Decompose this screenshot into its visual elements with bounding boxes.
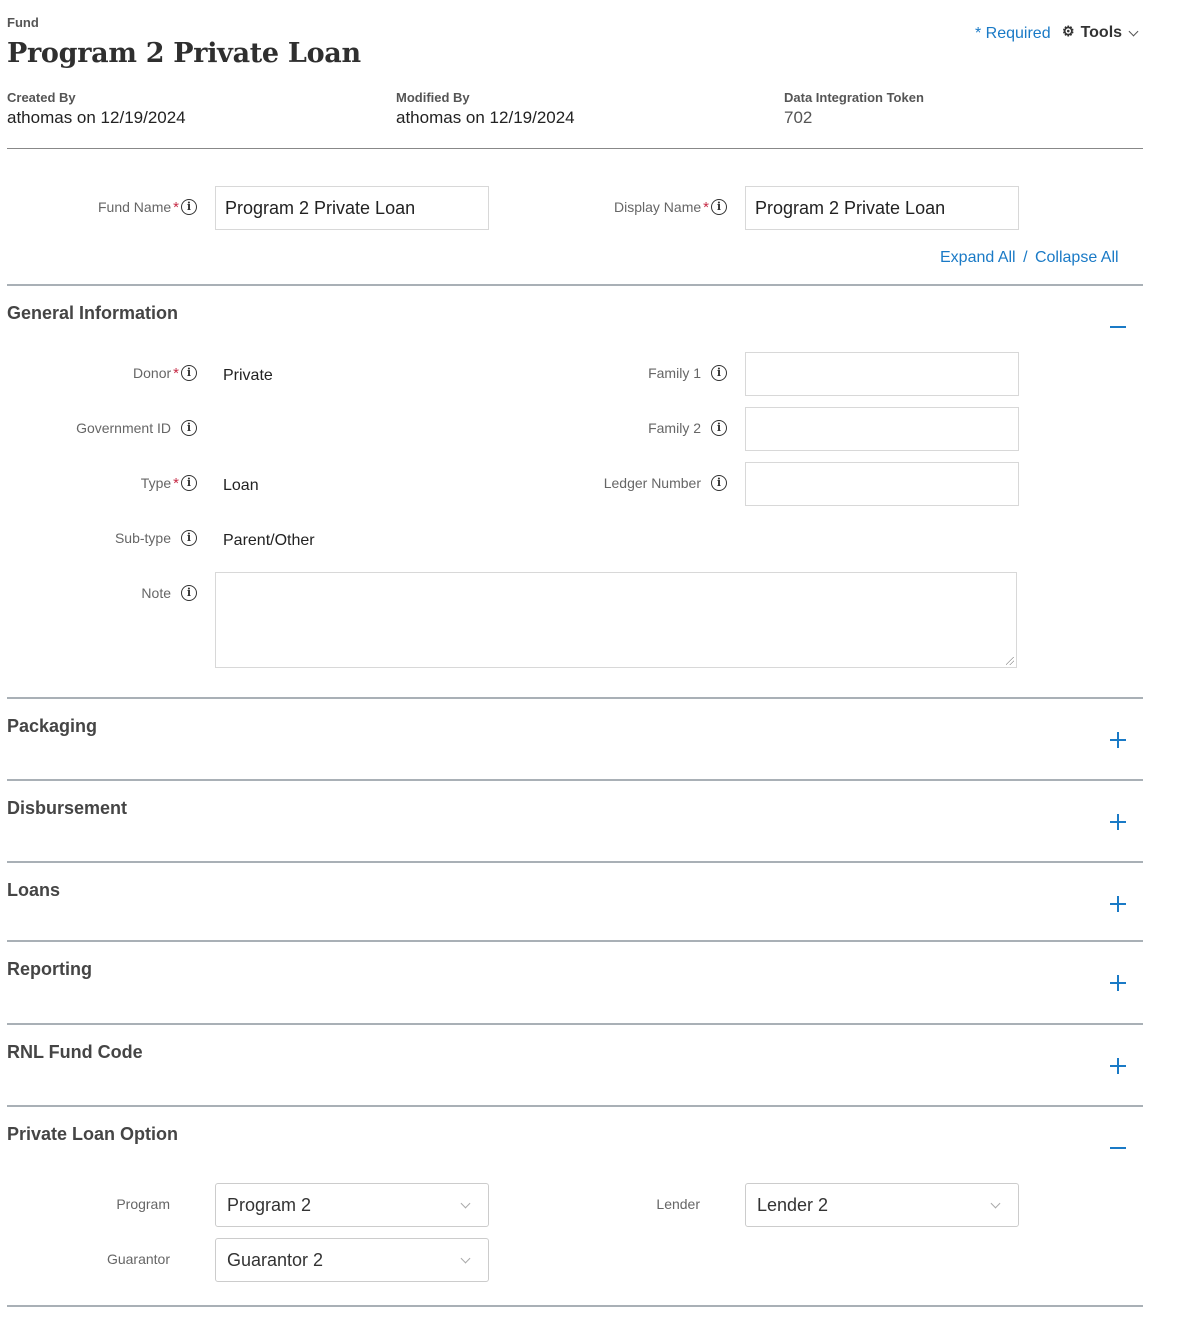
info-icon[interactable]: i bbox=[711, 199, 727, 216]
ledger-number-input[interactable] bbox=[745, 462, 1019, 506]
modified-by: Modified By athomas on 12/19/2024 bbox=[396, 90, 575, 128]
divider bbox=[7, 148, 1143, 149]
required-legend: * Required bbox=[975, 25, 1051, 42]
modified-by-value: athomas on 12/19/2024 bbox=[396, 108, 575, 127]
page-title: Program 2 Private Loan bbox=[7, 38, 361, 69]
expand-reporting-button[interactable] bbox=[1108, 973, 1128, 993]
gear-icon: ⚙ bbox=[1062, 22, 1075, 39]
info-icon[interactable]: i bbox=[181, 585, 197, 602]
page-kicker: Fund bbox=[7, 15, 39, 30]
info-icon[interactable]: i bbox=[181, 530, 197, 547]
section-divider bbox=[7, 1105, 1143, 1107]
sub-type-label: Sub-type i bbox=[115, 530, 197, 547]
section-title-packaging[interactable]: Packaging bbox=[7, 716, 97, 737]
modified-by-label: Modified By bbox=[396, 90, 470, 105]
expand-loans-button[interactable] bbox=[1108, 894, 1128, 914]
government-id-label: Government ID i bbox=[76, 420, 197, 437]
section-divider bbox=[7, 861, 1143, 863]
expand-rnl-fund-code-button[interactable] bbox=[1108, 1056, 1128, 1076]
collapse-private-loan-option-button[interactable] bbox=[1108, 1138, 1128, 1158]
section-divider bbox=[7, 284, 1143, 286]
section-title-private-loan-option[interactable]: Private Loan Option bbox=[7, 1124, 178, 1145]
created-by-value: athomas on 12/19/2024 bbox=[7, 108, 186, 127]
required-star: * bbox=[173, 365, 179, 382]
lender-select[interactable]: Lender 2 bbox=[745, 1183, 1019, 1227]
section-title-disbursement[interactable]: Disbursement bbox=[7, 798, 127, 819]
section-title-reporting[interactable]: Reporting bbox=[7, 959, 92, 980]
expand-all-link[interactable]: Expand All bbox=[940, 249, 1016, 266]
program-select[interactable]: Program 2 bbox=[215, 1183, 489, 1227]
info-icon[interactable]: i bbox=[181, 420, 197, 437]
minus-icon bbox=[1110, 1147, 1126, 1149]
lender-label: Lender bbox=[656, 1196, 700, 1212]
expand-collapse-links: Expand All / Collapse All bbox=[940, 249, 1119, 267]
data-integration-token: Data Integration Token 702 bbox=[784, 90, 924, 128]
created-by: Created By athomas on 12/19/2024 bbox=[7, 90, 186, 128]
collapse-general-information-button[interactable] bbox=[1108, 317, 1128, 337]
note-label: Note i bbox=[141, 585, 197, 602]
fund-name-label: Fund Name * i bbox=[98, 199, 197, 216]
donor-value: Private bbox=[223, 367, 273, 384]
required-star: * bbox=[173, 475, 179, 492]
chevron-down-icon bbox=[990, 1198, 1001, 1208]
guarantor-label: Guarantor bbox=[106, 1251, 170, 1267]
family-2-input[interactable] bbox=[745, 407, 1019, 451]
minus-icon bbox=[1110, 326, 1126, 328]
tools-label: Tools bbox=[1080, 24, 1123, 41]
info-icon[interactable]: i bbox=[711, 475, 727, 492]
program-label: Program bbox=[116, 1196, 170, 1212]
ledger-number-label: Ledger Number i bbox=[604, 475, 727, 492]
donor-label: Donor * i bbox=[133, 365, 197, 382]
section-divider bbox=[7, 1305, 1143, 1307]
chevron-down-icon bbox=[460, 1253, 471, 1263]
family-1-label: Family 1i bbox=[648, 365, 727, 382]
chevron-down-icon bbox=[1128, 26, 1139, 36]
sub-type-value: Parent/Other bbox=[223, 532, 315, 549]
info-icon[interactable]: i bbox=[711, 365, 727, 382]
section-divider bbox=[7, 697, 1143, 699]
type-value: Loan bbox=[223, 477, 259, 494]
chevron-down-icon bbox=[460, 1198, 471, 1208]
expand-packaging-button[interactable] bbox=[1108, 730, 1128, 750]
note-textarea[interactable] bbox=[215, 572, 1017, 668]
section-divider bbox=[7, 1023, 1143, 1025]
section-title-rnl-fund-code[interactable]: RNL Fund Code bbox=[7, 1042, 143, 1063]
token-label: Data Integration Token bbox=[784, 90, 924, 105]
tools-menu-button[interactable]: ⚙ Tools bbox=[1062, 22, 1139, 42]
family-1-input[interactable] bbox=[745, 352, 1019, 396]
display-name-label: Display Name * i bbox=[614, 199, 727, 216]
token-value: 702 bbox=[784, 108, 813, 127]
section-divider bbox=[7, 779, 1143, 781]
guarantor-select[interactable]: Guarantor 2 bbox=[215, 1238, 489, 1282]
info-icon[interactable]: i bbox=[181, 199, 197, 216]
required-star: * bbox=[173, 199, 179, 216]
info-icon[interactable]: i bbox=[181, 475, 197, 492]
section-title-general-information[interactable]: General Information bbox=[7, 303, 178, 324]
expand-disbursement-button[interactable] bbox=[1108, 812, 1128, 832]
collapse-all-link[interactable]: Collapse All bbox=[1035, 249, 1119, 266]
info-icon[interactable]: i bbox=[711, 420, 727, 437]
resize-handle-icon[interactable] bbox=[1006, 657, 1014, 665]
display-name-input[interactable]: Program 2 Private Loan bbox=[745, 186, 1019, 230]
fund-name-input[interactable]: Program 2 Private Loan bbox=[215, 186, 489, 230]
info-icon[interactable]: i bbox=[181, 365, 197, 382]
created-by-label: Created By bbox=[7, 90, 76, 105]
section-divider bbox=[7, 940, 1143, 942]
link-separator: / bbox=[1023, 249, 1028, 266]
type-label: Type * i bbox=[141, 475, 197, 492]
section-title-loans[interactable]: Loans bbox=[7, 880, 60, 901]
family-2-label: Family 2i bbox=[648, 420, 727, 437]
required-star: * bbox=[703, 199, 709, 216]
